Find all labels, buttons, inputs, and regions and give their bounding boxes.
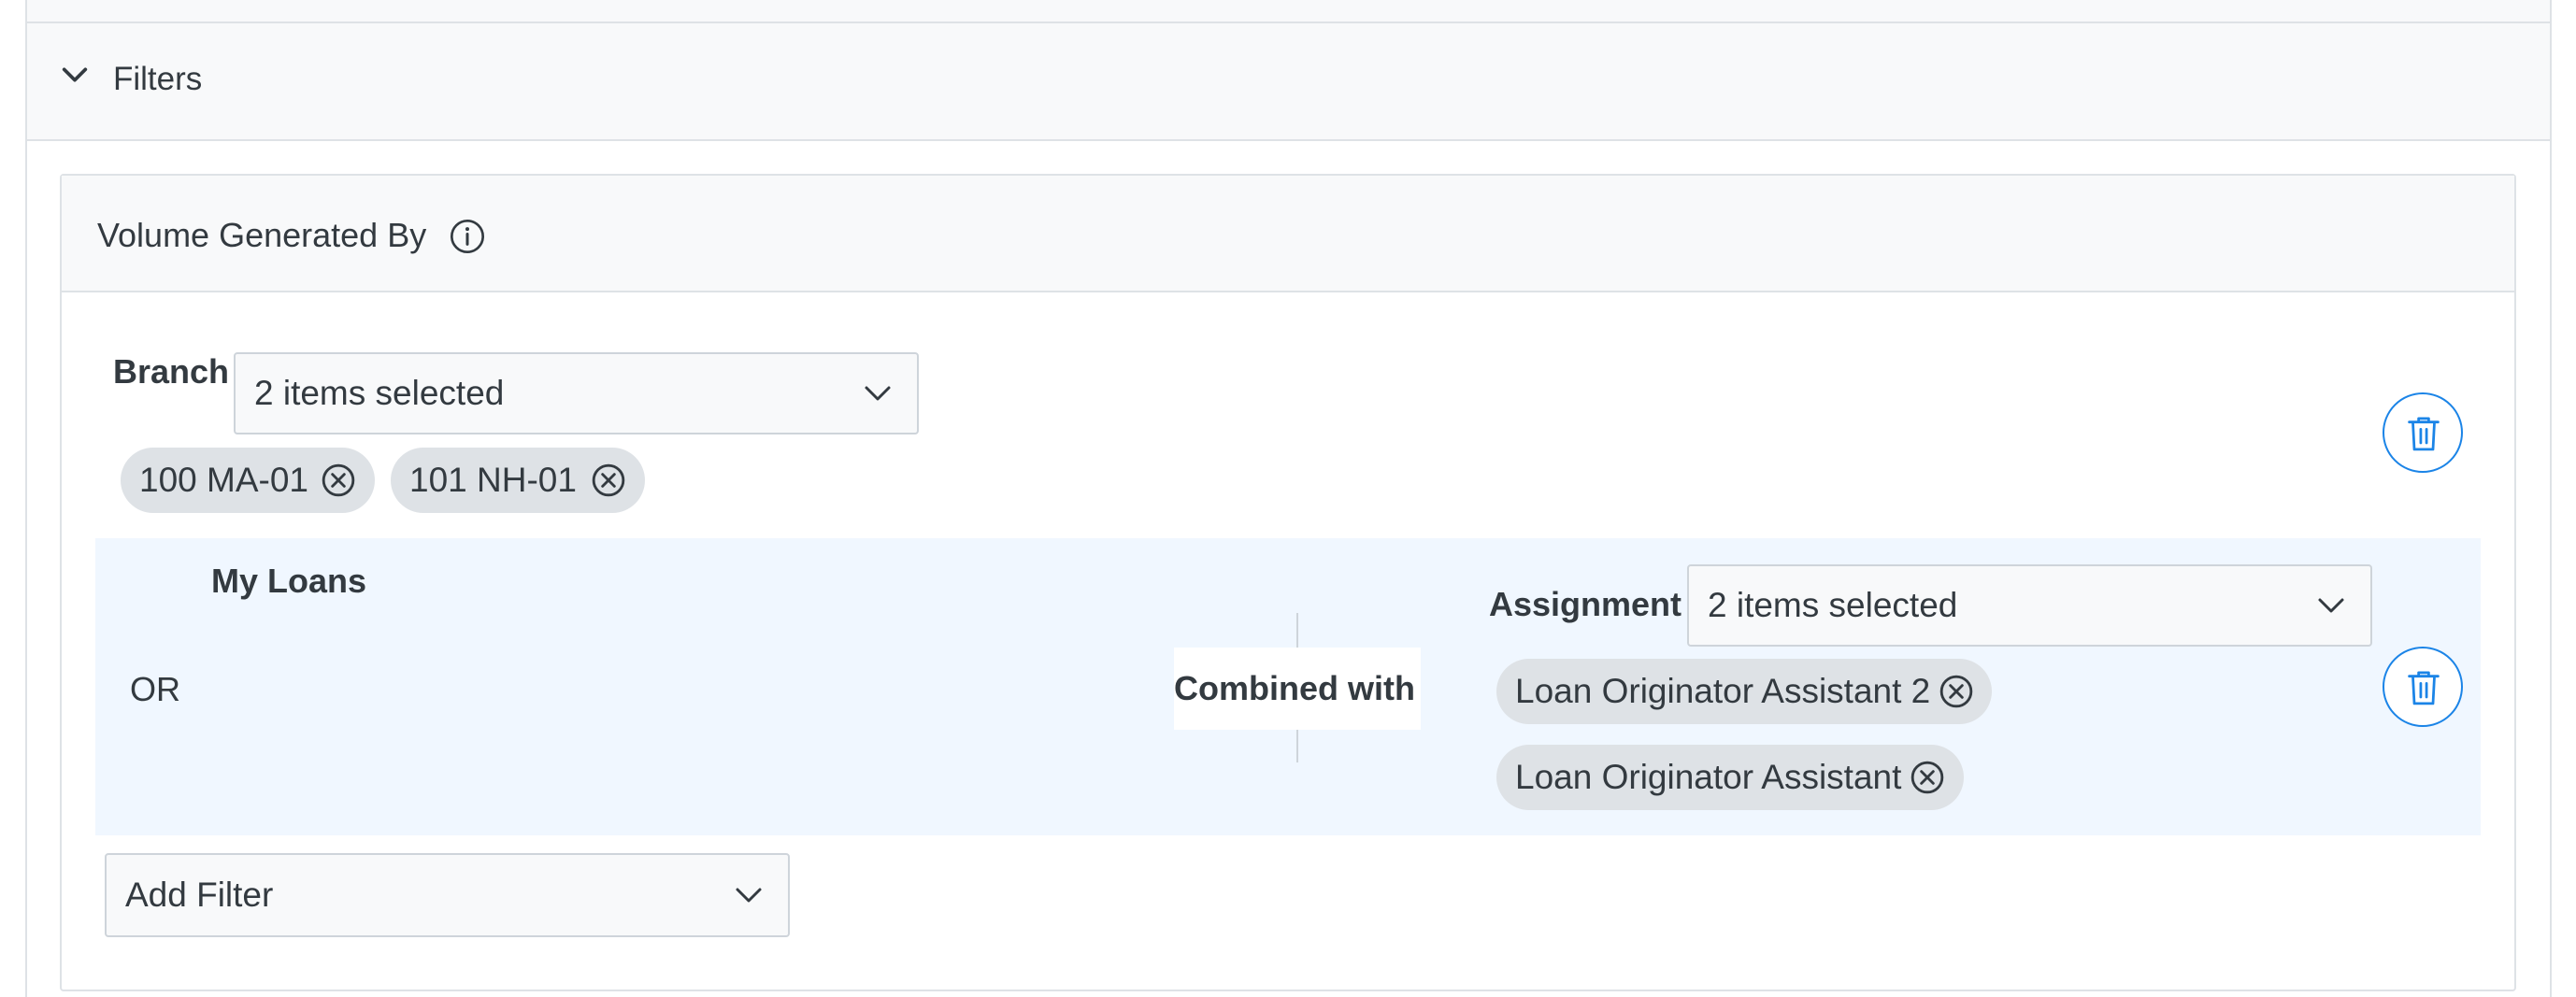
- chip-label: Loan Originator Assistant: [1515, 758, 1902, 796]
- assignment-select-value: 2 items selected: [1708, 586, 1958, 624]
- combined-with-label: Combined with: [1174, 669, 1415, 707]
- chevron-down-icon: [736, 888, 762, 903]
- chevron-down-icon[interactable]: [59, 59, 91, 91]
- delete-group-filter-button[interactable]: [2383, 647, 2463, 727]
- info-icon[interactable]: [449, 218, 486, 255]
- delete-branch-filter-button[interactable]: [2383, 392, 2463, 473]
- circle-x-icon[interactable]: [1910, 760, 1945, 795]
- chevron-down-icon: [2318, 598, 2344, 613]
- branch-label: Branch: [113, 352, 230, 391]
- branch-chip: 101 NH-01: [391, 448, 645, 513]
- circle-x-icon[interactable]: [1939, 674, 1974, 709]
- chip-label: Loan Originator Assistant 2: [1515, 672, 1931, 710]
- chip-label: 100 MA-01: [139, 461, 308, 499]
- branch-select[interactable]: 2 items selected: [234, 352, 919, 434]
- add-filter-select[interactable]: Add Filter: [105, 853, 790, 937]
- assignment-chip: Loan Originator Assistant 2: [1496, 659, 1992, 724]
- previous-section-strip: [25, 0, 2552, 23]
- my-loans-label: My Loans: [211, 562, 367, 600]
- chevron-down-icon: [865, 386, 891, 401]
- add-filter-label: Add Filter: [125, 876, 274, 914]
- trash-icon: [2408, 417, 2440, 451]
- chip-label: 101 NH-01: [409, 461, 577, 499]
- card-title: Volume Generated By: [97, 216, 427, 254]
- branch-chip: 100 MA-01: [121, 448, 375, 513]
- assignment-label: Assignment: [1489, 585, 1682, 623]
- assignment-select[interactable]: 2 items selected: [1687, 564, 2372, 647]
- branch-select-value: 2 items selected: [254, 374, 505, 412]
- or-label: OR: [130, 670, 180, 708]
- filters-header[interactable]: Filters: [25, 23, 2552, 141]
- circle-x-icon[interactable]: [591, 463, 626, 498]
- combined-with-box: Combined with: [1174, 648, 1421, 730]
- assignment-chip: Loan Originator Assistant: [1496, 745, 1964, 810]
- filters-title: Filters: [113, 61, 203, 97]
- trash-icon: [2408, 671, 2440, 705]
- card-header: Volume Generated By: [62, 176, 2514, 292]
- circle-x-icon[interactable]: [321, 463, 356, 498]
